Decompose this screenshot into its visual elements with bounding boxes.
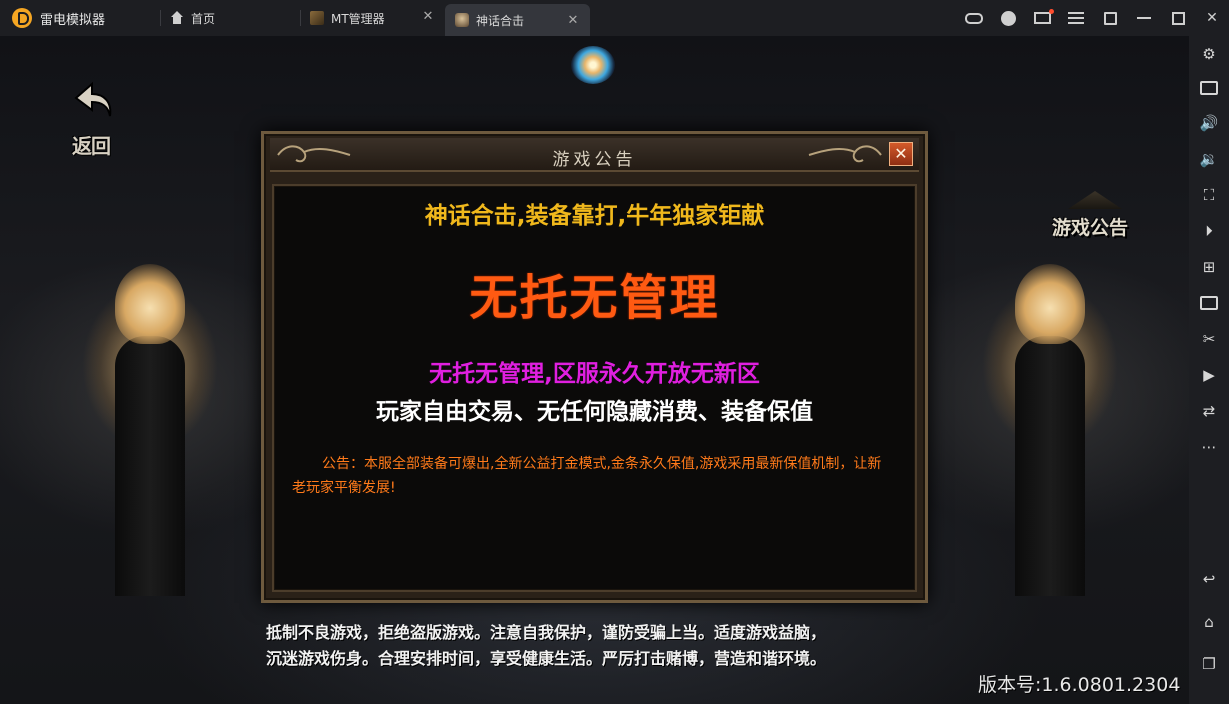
user-icon [1000, 10, 1016, 26]
notice-roof-icon [1068, 191, 1122, 209]
right-torch [1015, 264, 1085, 344]
side-toolbar: ⚙ 🔊 🔉 ⛶ ⏵ ⊞ ✂ ▶ ⇄ ⋯ ↩ ⌂ ❐ [1189, 36, 1229, 704]
shrink-button[interactable] [1093, 0, 1127, 36]
gamepad-button[interactable] [957, 0, 991, 36]
more-icon[interactable]: ⋯ [1199, 437, 1219, 457]
back-button[interactable]: 返回 [66, 80, 122, 158]
dialog-close-button[interactable]: ✕ [889, 142, 913, 166]
screen-resolution-icon[interactable]: ⛶ [1199, 185, 1219, 205]
health-warning: 抵制不良游戏，拒绝盗版游戏。注意自我保护，谨防受骗上当。适度游戏益脑， 沉迷游戏… [266, 620, 966, 672]
notice-label: 游戏公告 [1052, 217, 1129, 239]
play-record-icon[interactable]: ⏵ [1199, 221, 1219, 241]
dialog-body: 神话合击,装备靠打,牛年独家钜献 无托无管理 无托无管理,区服永久开放无新区 玩… [272, 184, 917, 592]
close-icon[interactable]: ✕ [421, 10, 435, 24]
right-pillar [1015, 336, 1085, 596]
health-warning-line: 抵制不良游戏，拒绝盗版游戏。注意自我保护，谨防受骗上当。适度游戏益脑， [266, 623, 827, 642]
mail-icon [1033, 9, 1054, 24]
video-icon[interactable]: ▶ [1199, 365, 1219, 385]
notice-button[interactable]: 游戏公告 [1050, 191, 1140, 251]
announcement-notice-text: 公告：本服全部装备可爆出,全新公益打金模式,金条永久保值,游戏采用最新保值机制，… [292, 456, 882, 496]
apk-install-icon[interactable] [1199, 293, 1219, 313]
title-bar: 雷电模拟器 首页 MT管理器 ✕ 神话合击 ✕ ✕ [0, 0, 1229, 36]
game-viewport[interactable]: 返回 游戏公告 游戏公告 ✕ 神话合击,装备靠打,牛年独家钜献 无托无管理 无托… [0, 36, 1189, 704]
tab-game[interactable]: 神话合击 ✕ [445, 4, 590, 36]
close-icon[interactable]: ✕ [566, 14, 580, 28]
dialog-header: 游戏公告 ✕ [270, 138, 919, 172]
minimize-button[interactable] [1127, 0, 1161, 36]
home-icon [170, 11, 184, 25]
gamepad-icon [965, 12, 983, 24]
app-brand[interactable]: 雷电模拟器 [0, 0, 160, 36]
tab-label: 首页 [191, 11, 216, 26]
keyboard-icon[interactable] [1199, 78, 1219, 98]
multi-instance-icon[interactable]: ⊞ [1199, 257, 1219, 277]
game-icon [455, 13, 469, 27]
maximize-icon [1171, 11, 1185, 25]
shrink-icon [1103, 11, 1117, 25]
minimize-icon [1137, 17, 1151, 19]
left-pillar [115, 336, 185, 596]
volume-down-icon[interactable]: 🔉 [1199, 149, 1219, 169]
menu-button[interactable] [1059, 0, 1093, 36]
screenshot-scissors-icon[interactable]: ✂ [1199, 329, 1219, 349]
close-window-button[interactable]: ✕ [1195, 0, 1229, 36]
close-icon: ✕ [1206, 10, 1218, 26]
announcement-subline: 无托无管理,区服永久开放无新区 [429, 361, 760, 387]
left-torch [115, 264, 185, 344]
tab-separator [160, 10, 161, 26]
back-label: 返回 [72, 134, 111, 158]
version-label: 版本号:1.6.0801.2304 [978, 674, 1181, 696]
tab-label: 神话合击 [476, 13, 525, 28]
settings-icon[interactable]: ⚙ [1199, 44, 1219, 64]
sync-icon[interactable]: ⇄ [1199, 401, 1219, 421]
announcement-headline: 神话合击,装备靠打,牛年独家钜献 [424, 203, 765, 229]
announcement-dialog: 游戏公告 ✕ 神话合击,装备靠打,牛年独家钜献 无托无管理 无托无管理,区服永久… [261, 131, 928, 603]
announcement-slogan: 无托无管理 [469, 270, 720, 326]
maximize-button[interactable] [1161, 0, 1195, 36]
tab-separator [300, 10, 301, 26]
home-nav-icon[interactable]: ⌂ [1199, 612, 1219, 632]
user-button[interactable] [991, 0, 1025, 36]
scroll-ornament-icon [808, 145, 882, 163]
tab-home[interactable]: 首页 [160, 0, 300, 36]
menu-icon [1068, 12, 1084, 24]
recent-apps-icon[interactable]: ❐ [1199, 654, 1219, 674]
ldplayer-logo-icon [12, 8, 32, 28]
back-nav-icon[interactable]: ↩ [1199, 569, 1219, 589]
app-title: 雷电模拟器 [40, 12, 106, 28]
health-warning-line: 沉迷游戏伤身。合理安排时间，享受健康生活。严厉打击赌博，营造和谐环境。 [266, 649, 827, 668]
announcement-features: 玩家自由交易、无任何隐藏消费、装备保值 [376, 399, 813, 425]
mt-manager-icon [310, 11, 324, 25]
tab-mt-manager[interactable]: MT管理器 ✕ [300, 0, 445, 36]
tab-label: MT管理器 [331, 11, 385, 26]
mail-button[interactable] [1025, 0, 1059, 36]
window-controls: ✕ [957, 0, 1229, 36]
back-arrow-icon [74, 81, 112, 117]
volume-up-icon[interactable]: 🔊 [1199, 113, 1219, 133]
glowing-orb [571, 46, 615, 84]
